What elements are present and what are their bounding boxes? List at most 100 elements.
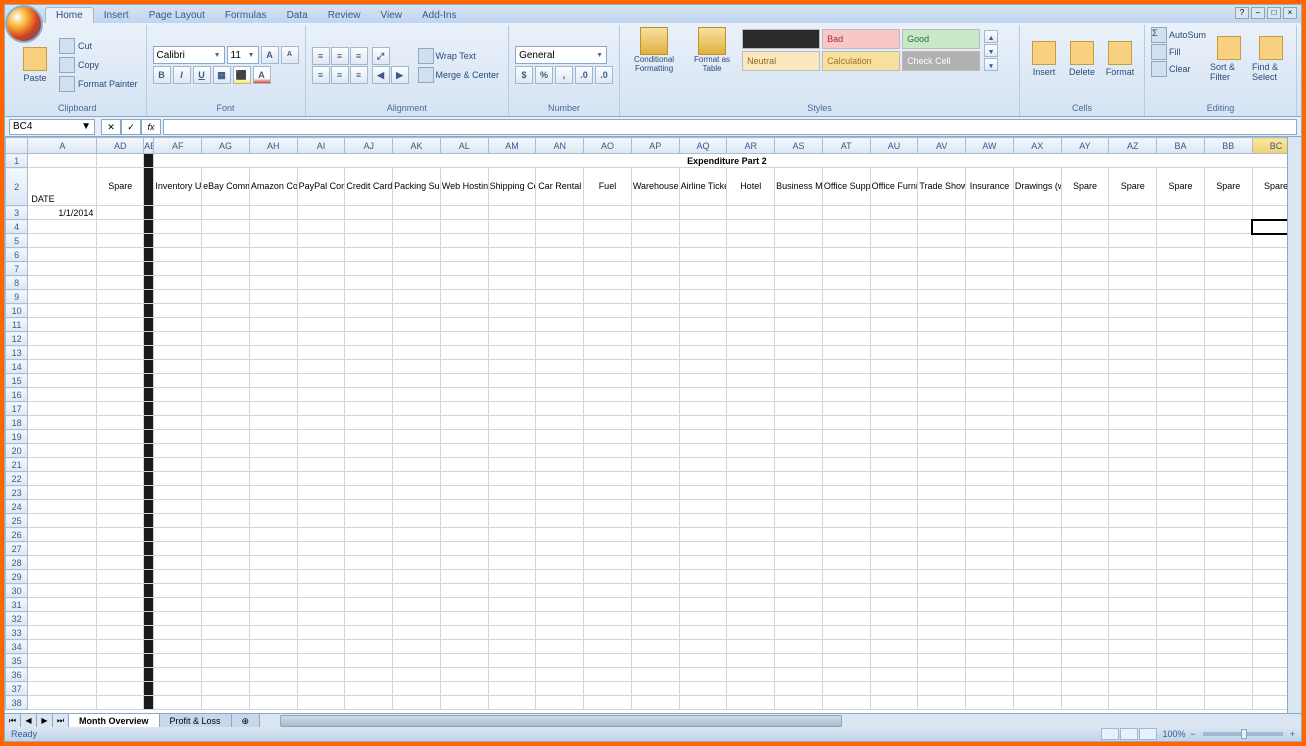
cell[interactable] (1157, 276, 1205, 290)
delete-button[interactable]: Delete (1064, 27, 1100, 91)
cell[interactable] (440, 304, 488, 318)
cell[interactable] (28, 640, 97, 654)
cell[interactable] (297, 262, 345, 276)
cell[interactable] (1061, 276, 1109, 290)
cell[interactable] (202, 318, 250, 332)
cell[interactable] (966, 584, 1014, 598)
header-cell[interactable]: Credit Card Commission (345, 168, 393, 206)
header-cell[interactable]: Drawings (wages) (1013, 168, 1061, 206)
cell[interactable] (822, 430, 870, 444)
cell[interactable] (727, 500, 775, 514)
select-all-button[interactable] (6, 138, 28, 154)
header-cell[interactable]: Car Rental (536, 168, 584, 206)
cell[interactable] (727, 556, 775, 570)
cell[interactable] (536, 542, 584, 556)
cell[interactable] (536, 612, 584, 626)
cell[interactable] (440, 542, 488, 556)
cell[interactable] (1157, 598, 1205, 612)
cell[interactable] (249, 276, 297, 290)
cell[interactable] (249, 654, 297, 668)
cell[interactable] (28, 360, 97, 374)
cell[interactable] (584, 220, 632, 234)
cell[interactable] (1013, 220, 1061, 234)
cell[interactable] (249, 682, 297, 696)
cell[interactable] (202, 668, 250, 682)
cell[interactable] (1157, 654, 1205, 668)
cell[interactable] (1157, 234, 1205, 248)
cell[interactable] (1013, 248, 1061, 262)
cell[interactable] (822, 360, 870, 374)
cell[interactable] (631, 542, 679, 556)
cell[interactable] (345, 500, 393, 514)
cell[interactable] (1013, 318, 1061, 332)
cell[interactable] (1109, 374, 1157, 388)
border-button[interactable]: ▦ (213, 66, 231, 84)
cell[interactable] (584, 486, 632, 500)
cell[interactable] (1204, 514, 1252, 528)
cell[interactable] (536, 626, 584, 640)
cell[interactable] (488, 514, 536, 528)
header-cell[interactable]: Spare (1109, 168, 1157, 206)
cell[interactable] (870, 402, 918, 416)
col-header-AI[interactable]: AI (297, 138, 345, 154)
cell[interactable] (679, 332, 727, 346)
cell[interactable] (297, 332, 345, 346)
cell[interactable] (202, 220, 250, 234)
cell[interactable] (345, 430, 393, 444)
cell[interactable] (154, 360, 202, 374)
cell[interactable] (679, 528, 727, 542)
cell[interactable] (154, 402, 202, 416)
header-cell[interactable]: Shipping Cost (488, 168, 536, 206)
cell[interactable] (822, 486, 870, 500)
row-header-9[interactable]: 9 (6, 290, 28, 304)
cell[interactable] (966, 262, 1014, 276)
comma-button[interactable]: , (555, 66, 573, 84)
cell[interactable] (918, 598, 966, 612)
cell[interactable] (488, 332, 536, 346)
cell[interactable] (631, 262, 679, 276)
row-header-12[interactable]: 12 (6, 332, 28, 346)
cell[interactable] (822, 304, 870, 318)
cell[interactable] (727, 458, 775, 472)
cell[interactable] (28, 542, 97, 556)
cell[interactable] (536, 276, 584, 290)
cell[interactable] (297, 528, 345, 542)
cell[interactable] (345, 556, 393, 570)
cell[interactable] (249, 444, 297, 458)
cell[interactable] (584, 696, 632, 710)
cell[interactable] (727, 262, 775, 276)
cell[interactable] (154, 248, 202, 262)
sheet-nav-last[interactable]: ⏭ (53, 714, 69, 728)
bold-button[interactable]: B (153, 66, 171, 84)
style-good[interactable]: Good (902, 29, 980, 49)
cell[interactable] (28, 402, 97, 416)
cell[interactable] (1204, 640, 1252, 654)
cell[interactable] (440, 654, 488, 668)
cell[interactable] (1109, 402, 1157, 416)
cell[interactable] (966, 528, 1014, 542)
cell[interactable] (822, 262, 870, 276)
cell[interactable] (1013, 668, 1061, 682)
cell[interactable] (488, 570, 536, 584)
cell[interactable] (679, 416, 727, 430)
cell[interactable] (584, 388, 632, 402)
row-header-33[interactable]: 33 (6, 626, 28, 640)
cell[interactable] (28, 458, 97, 472)
cell[interactable] (297, 220, 345, 234)
cell[interactable] (966, 654, 1014, 668)
row-header-3[interactable]: 3 (6, 206, 28, 220)
cell[interactable] (870, 388, 918, 402)
cell[interactable] (631, 458, 679, 472)
row-header-37[interactable]: 37 (6, 682, 28, 696)
cell[interactable] (822, 220, 870, 234)
cell[interactable] (28, 332, 97, 346)
cell[interactable] (822, 514, 870, 528)
cell[interactable] (727, 430, 775, 444)
cell[interactable] (1109, 612, 1157, 626)
cell[interactable] (1109, 416, 1157, 430)
cell[interactable] (727, 304, 775, 318)
underline-button[interactable]: U (193, 66, 211, 84)
cell[interactable] (822, 626, 870, 640)
cell[interactable] (440, 388, 488, 402)
cell[interactable] (144, 668, 154, 682)
